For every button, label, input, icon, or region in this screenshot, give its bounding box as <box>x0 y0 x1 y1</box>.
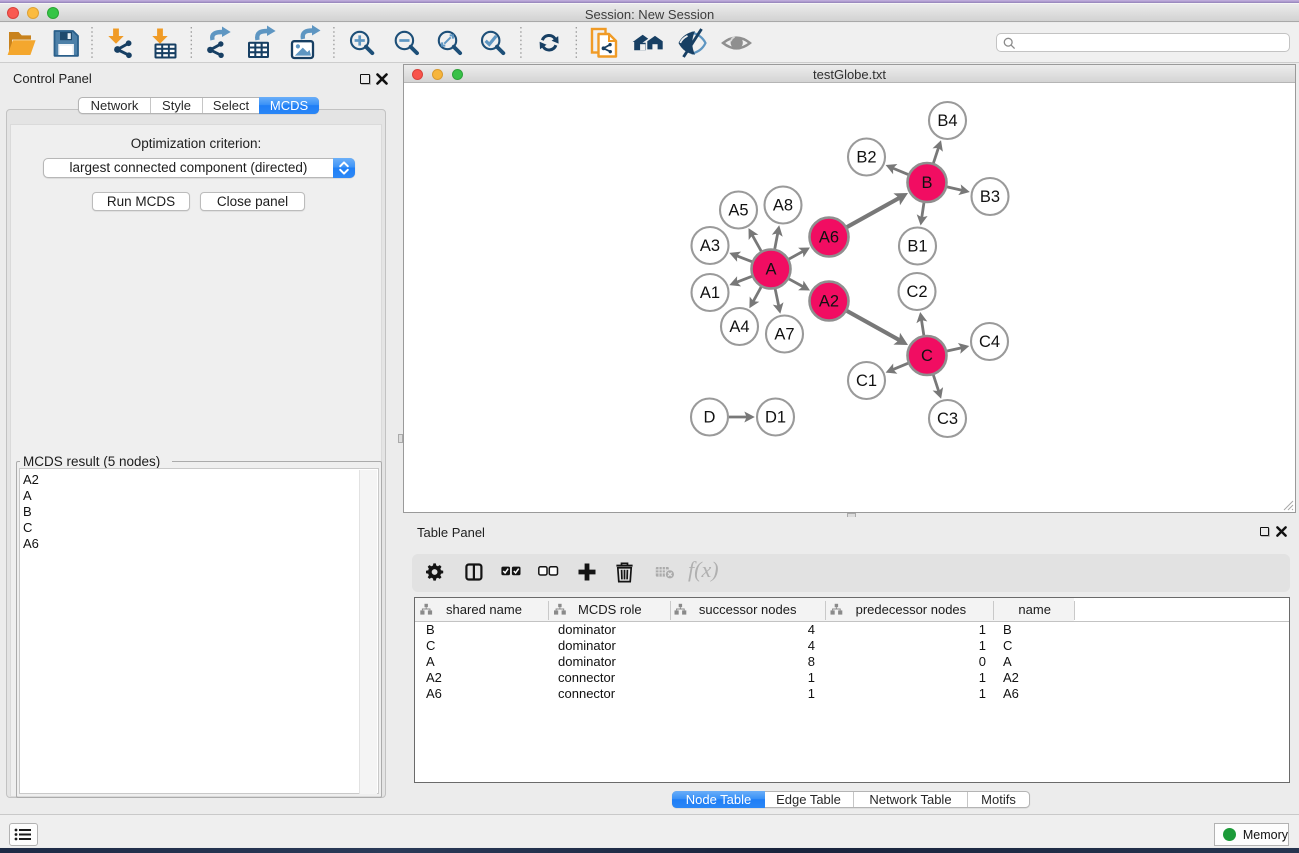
svg-text:C2: C2 <box>906 283 927 301</box>
svg-text:B2: B2 <box>856 149 876 167</box>
svg-text:B1: B1 <box>907 238 927 256</box>
svg-text:B4: B4 <box>937 112 957 130</box>
svg-text:A2: A2 <box>819 293 839 311</box>
svg-text:C1: C1 <box>856 372 877 390</box>
svg-text:C3: C3 <box>937 410 958 428</box>
svg-text:C: C <box>921 347 933 365</box>
svg-text:A4: A4 <box>729 318 749 336</box>
svg-text:C4: C4 <box>979 333 1000 351</box>
svg-text:D1: D1 <box>765 409 786 427</box>
svg-text:A6: A6 <box>819 229 839 247</box>
svg-text:B3: B3 <box>980 188 1000 206</box>
svg-text:A3: A3 <box>700 237 720 255</box>
svg-text:A7: A7 <box>774 326 794 344</box>
svg-text:A8: A8 <box>773 197 793 215</box>
svg-text:D: D <box>704 409 716 427</box>
svg-text:A1: A1 <box>700 284 720 302</box>
svg-text:A: A <box>765 261 776 279</box>
svg-text:A5: A5 <box>728 202 748 220</box>
svg-text:B: B <box>921 174 932 192</box>
